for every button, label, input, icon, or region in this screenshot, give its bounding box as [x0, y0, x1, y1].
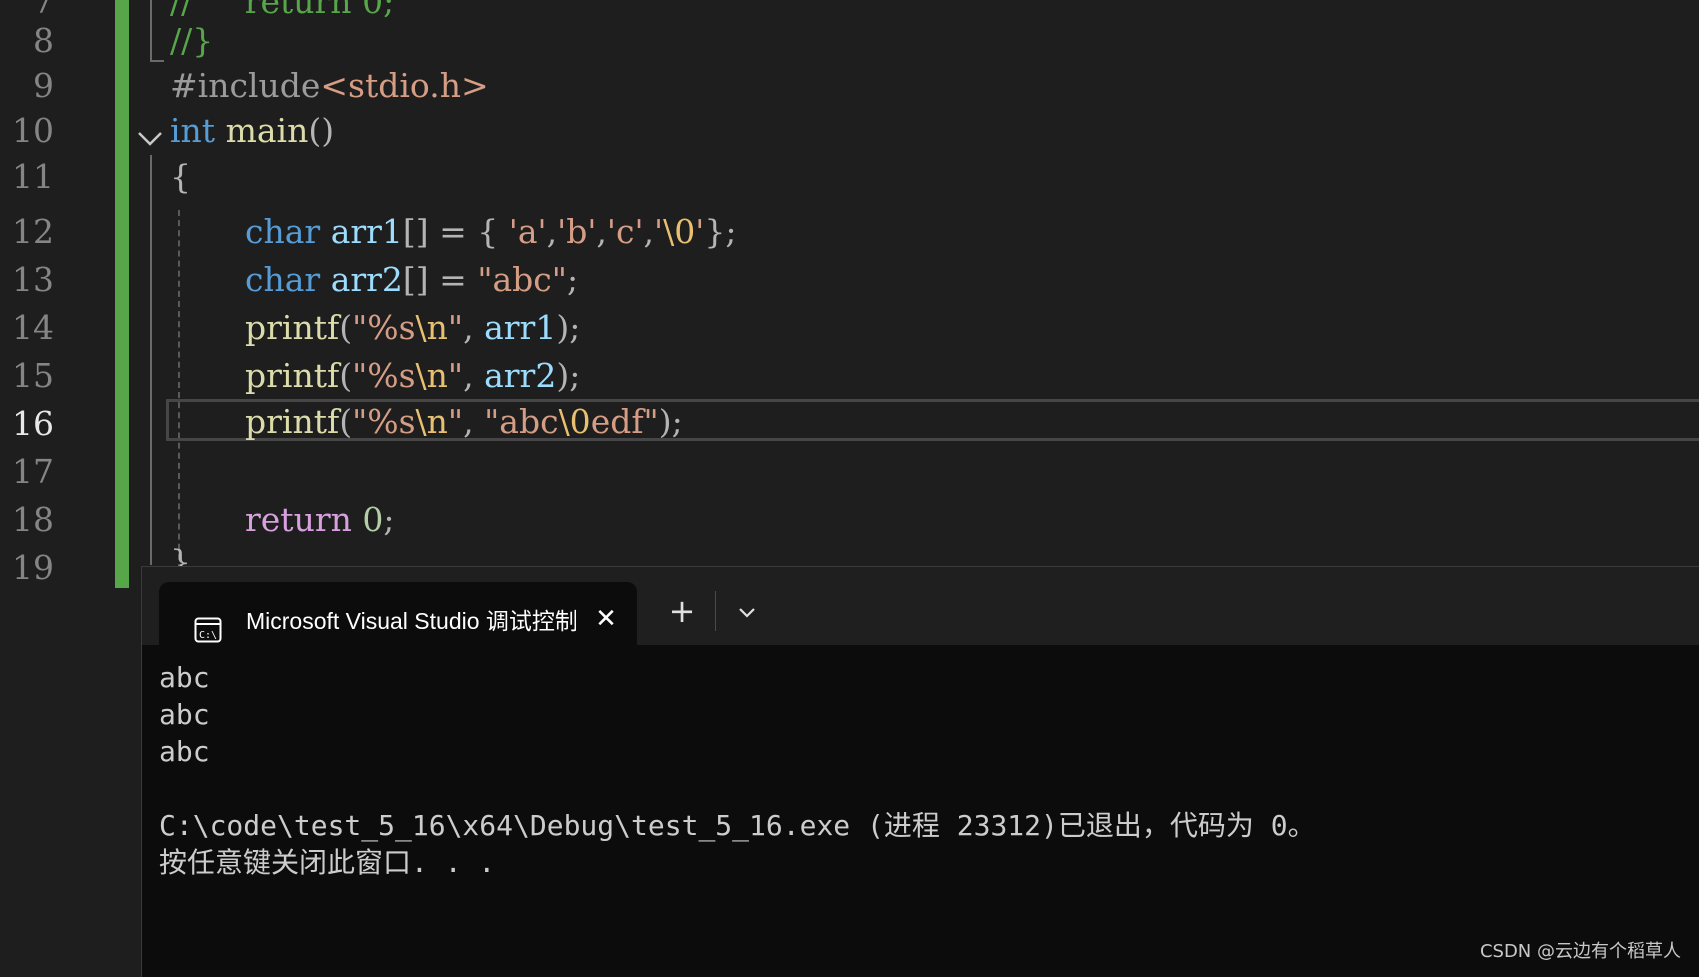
line-number-gutter: 7 8 9 10 11 12 13 14 15 16 17 18 19 [0, 0, 115, 969]
indent-guide [178, 210, 180, 570]
terminal-tab-title: Microsoft Visual Studio 调试控制台 [246, 608, 576, 634]
output-line: abc [159, 735, 210, 768]
chevron-down-icon[interactable] [727, 593, 767, 633]
close-icon[interactable]: ✕ [589, 602, 623, 636]
code-line[interactable]: printf("%s\n", arr2); [245, 352, 1699, 400]
outline-guide [150, 0, 152, 62]
svg-text:C:\: C:\ [199, 630, 217, 641]
outline-guide [150, 155, 152, 565]
line-number: 8 [33, 21, 54, 60]
tab-separator [715, 591, 716, 631]
line-number-current: 16 [12, 404, 54, 443]
code-line[interactable]: #include<stdio.h> [170, 62, 1699, 110]
code-line[interactable]: char arr2[] = "abc"; [245, 256, 1699, 304]
code-line[interactable]: //} [170, 17, 1699, 65]
line-number: 9 [33, 66, 54, 105]
new-tab-button[interactable]: + [662, 591, 702, 631]
output-line: 按任意键关闭此窗口. . . [159, 846, 496, 879]
output-line: C:\code\test_5_16\x64\Debug\test_5_16.ex… [159, 809, 1316, 842]
code-line[interactable]: char arr1[] = { 'a','b','c','\0'}; [245, 208, 1699, 256]
code-line[interactable]: int main() [170, 107, 1699, 155]
line-number: 11 [12, 157, 54, 196]
console-icon: C:\ [194, 617, 222, 643]
terminal-tab-bar: C:\ Microsoft Visual Studio 调试控制台 ✕ + [142, 567, 1699, 645]
change-tracking-bar [115, 0, 129, 588]
output-line: abc [159, 661, 210, 694]
output-line: ​ [159, 770, 1699, 807]
watermark: CSDN @云边有个稻草人 [1479, 941, 1681, 962]
code-line[interactable]: { [170, 153, 1699, 201]
line-number: 17 [12, 452, 54, 491]
debug-console-window[interactable]: C:\ Microsoft Visual Studio 调试控制台 ✕ + ab… [141, 566, 1699, 977]
code-line[interactable]: return 0; [245, 496, 1699, 544]
outline-guide-end [150, 60, 164, 62]
output-line: abc [159, 698, 210, 731]
line-number: 15 [12, 356, 54, 395]
collapse-chevron-icon[interactable] [136, 124, 164, 152]
line-number: 13 [12, 260, 54, 299]
code-line-current[interactable]: printf("%s\n", "abc\0edf"); [245, 398, 1699, 446]
console-output: abcabcabc​C:\code\test_5_16\x64\Debug\te… [159, 659, 1699, 881]
line-number: 14 [12, 308, 54, 347]
line-number: 18 [12, 500, 54, 539]
line-number: 12 [12, 212, 54, 251]
line-number: 10 [12, 111, 54, 150]
code-line[interactable]: printf("%s\n", arr1); [245, 304, 1699, 352]
terminal-tab[interactable]: C:\ Microsoft Visual Studio 调试控制台 ✕ [159, 582, 637, 645]
line-number: 19 [12, 548, 54, 587]
